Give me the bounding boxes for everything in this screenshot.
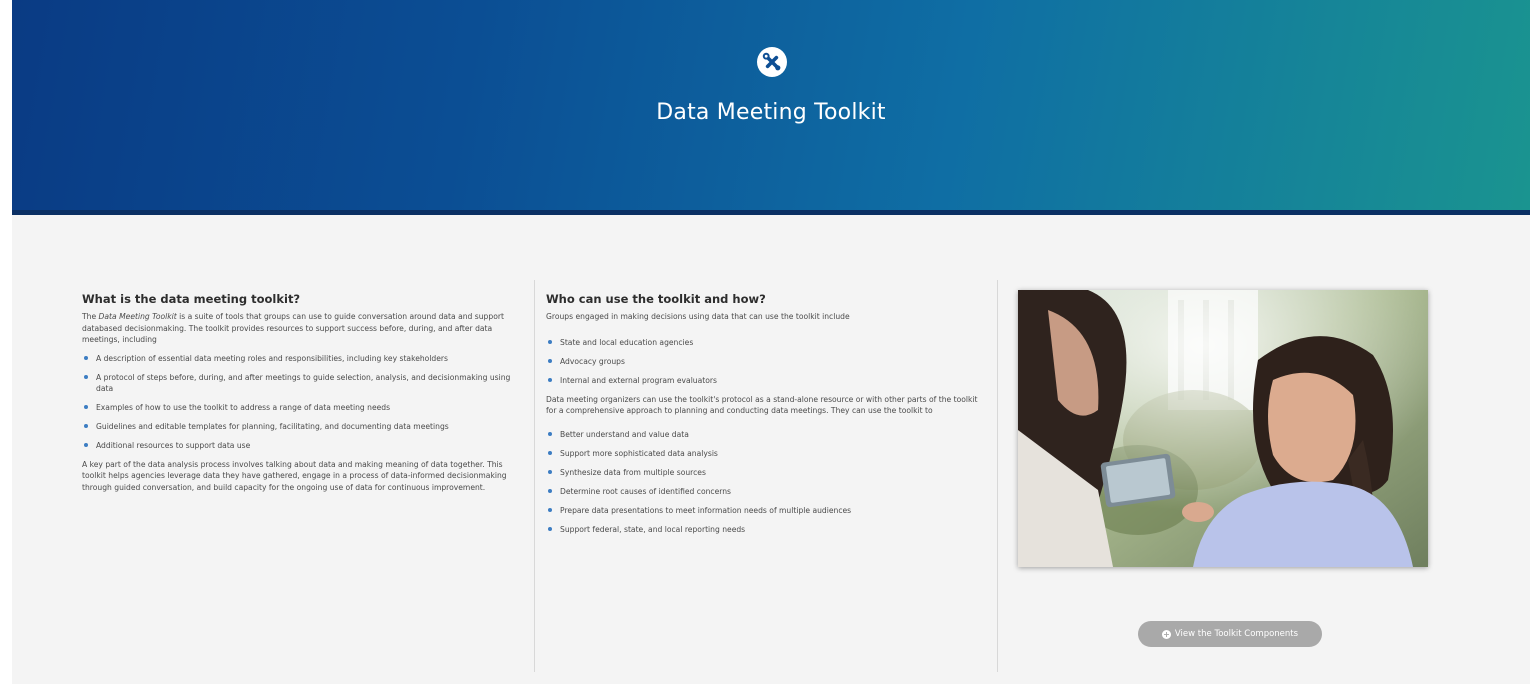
list-item: Examples of how to use the toolkit to ad… [82,402,522,413]
list-item: Guidelines and editable templates for pl… [82,421,522,432]
hero-banner: Data Meeting Toolkit [12,0,1530,215]
photo-illustration [1018,290,1428,567]
view-toolkit-components-button[interactable]: + View the Toolkit Components [1138,621,1322,647]
view-toolkit-components-label: View the Toolkit Components [1174,629,1299,639]
list-item: Additional resources to support data use [82,440,522,451]
what-is-heading: What is the data meeting toolkit? [82,292,301,306]
list-item: Synthesize data from multiple sources [546,467,986,478]
page-title: Data Meeting Toolkit [656,100,886,125]
what-is-section: What is the data meeting toolkit? The Da… [82,280,522,500]
who-can-use-middle: Data meeting organizers can use the tool… [546,394,978,416]
toolkit-name-emphasis: Data Meeting Toolkit [98,312,177,321]
list-item: Support federal, state, and local report… [546,524,986,535]
students-photo [1018,290,1428,567]
page: Data Meeting Toolkit What is the data me… [12,0,1530,684]
tools-icon [757,47,787,77]
list-item: Advocacy groups [546,356,986,367]
uses-list: Better understand and value data Support… [546,429,986,535]
intro-pre: The [82,312,99,321]
list-item: Internal and external program evaluators [546,375,986,386]
list-item: A protocol of steps before, during, and … [82,372,522,394]
what-is-intro: The Data Meeting Toolkit is a suite of t… [82,311,522,346]
who-can-use-content: Who can use the toolkit and how? Groups … [546,292,986,543]
who-can-use-heading: Who can use the toolkit and how? [546,292,766,306]
what-is-closing: A key part of the data analysis process … [82,459,507,492]
list-item: State and local education agencies [546,337,986,348]
list-item: Better understand and value data [546,429,986,440]
list-item: A description of essential data meeting … [82,353,522,364]
list-item: Prepare data presentations to meet infor… [546,505,986,516]
groups-list: State and local education agencies Advoc… [546,337,986,386]
list-item: Support more sophisticated data analysis [546,448,986,459]
toolkit-contents-list: A description of essential data meeting … [82,353,522,451]
list-item: Determine root causes of identified conc… [546,486,986,497]
who-can-use-section: Who can use the toolkit and how? Groups … [534,280,998,672]
who-can-use-intro: Groups engaged in making decisions using… [546,312,850,321]
plus-circle-icon: + [1161,629,1171,639]
image-section: + View the Toolkit Components [997,280,1530,672]
